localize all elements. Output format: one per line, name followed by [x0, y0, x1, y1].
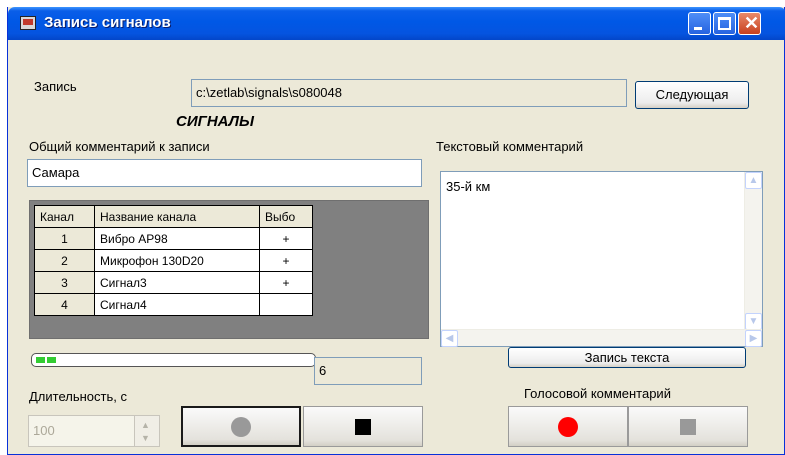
- close-button[interactable]: ✕: [738, 12, 761, 35]
- spin-down-icon[interactable]: ▼: [141, 433, 150, 443]
- main-window: Запись сигналов ✕ Запись c:\zetlab\signa…: [7, 7, 785, 455]
- channel-number: 1: [34, 227, 95, 250]
- app-icon: [20, 16, 36, 30]
- stop-icon: [355, 418, 371, 435]
- duration-spinner[interactable]: ▲ ▼: [134, 415, 160, 447]
- spin-up-icon[interactable]: ▲: [141, 420, 150, 430]
- record-icon: [558, 416, 578, 437]
- duration-input[interactable]: 100: [28, 415, 135, 447]
- horizontal-scrollbar[interactable]: ◀ ▶: [441, 329, 762, 347]
- channel-name[interactable]: Вибро АР98: [94, 227, 260, 250]
- progress-segment: [36, 357, 45, 363]
- channel-number: 2: [34, 249, 95, 272]
- channel-select[interactable]: +: [259, 249, 313, 272]
- table-row[interactable]: 3 Сигнал3 +: [34, 271, 313, 294]
- signals-heading: СИГНАЛЫ: [176, 113, 254, 130]
- progress-segment: [47, 357, 56, 363]
- column-header[interactable]: Выбо: [259, 205, 313, 228]
- record-icon: [231, 416, 251, 437]
- table-row[interactable]: 2 Микрофон 130D20 +: [34, 249, 313, 272]
- channel-name[interactable]: Сигнал4: [94, 293, 260, 316]
- record-signal-button[interactable]: [181, 406, 301, 447]
- record-label: Запись: [34, 79, 77, 94]
- recording-progress-bar: [31, 353, 316, 367]
- maximize-icon: [718, 17, 731, 30]
- table-header-row: Канал Название канала Выбо: [34, 205, 313, 228]
- channel-number: 4: [34, 293, 95, 316]
- scroll-up-icon[interactable]: ▲: [745, 172, 762, 189]
- column-header[interactable]: Канал: [34, 205, 95, 228]
- general-comment-label: Общий комментарий к записи: [29, 139, 210, 154]
- window-title: Запись сигналов: [44, 14, 171, 31]
- record-path-field[interactable]: c:\zetlab\signals\s080048: [191, 79, 627, 107]
- channel-name[interactable]: Микрофон 130D20: [94, 249, 260, 272]
- minimize-button[interactable]: [688, 12, 711, 35]
- stop-voice-button[interactable]: [628, 406, 748, 447]
- record-voice-button[interactable]: [508, 406, 628, 447]
- text-comment-area[interactable]: 35-й км ▲ ▼ ◀ ▶: [440, 171, 763, 347]
- channel-select[interactable]: +: [259, 227, 313, 250]
- scroll-left-icon[interactable]: ◀: [441, 330, 458, 347]
- save-text-button[interactable]: Запись текста: [508, 347, 746, 368]
- general-comment-input[interactable]: Самара: [27, 159, 422, 187]
- channels-table[interactable]: Канал Название канала Выбо 1 Вибро АР98 …: [34, 205, 313, 316]
- channel-name[interactable]: Сигнал3: [94, 271, 260, 294]
- column-header[interactable]: Название канала: [94, 205, 260, 228]
- title-bar[interactable]: Запись сигналов ✕: [8, 7, 785, 40]
- duration-label: Длительность, с: [29, 389, 127, 404]
- channels-grid: Канал Название канала Выбо 1 Вибро АР98 …: [29, 200, 429, 339]
- text-comment-label: Текстовый комментарий: [436, 139, 584, 154]
- maximize-button[interactable]: [713, 12, 736, 35]
- channel-select[interactable]: +: [259, 271, 313, 294]
- channel-number: 3: [34, 271, 95, 294]
- stop-icon: [680, 418, 696, 435]
- text-comment-content: 35-й км: [446, 179, 491, 194]
- channel-select[interactable]: [259, 293, 313, 316]
- vertical-scrollbar[interactable]: ▲ ▼: [744, 172, 762, 330]
- table-row[interactable]: 4 Сигнал4: [34, 293, 313, 316]
- close-icon: ✕: [744, 13, 760, 33]
- scroll-down-icon[interactable]: ▼: [745, 313, 762, 330]
- minimize-icon: [694, 27, 702, 30]
- voice-comment-label: Голосовой комментарий: [524, 386, 671, 401]
- next-button[interactable]: Следующая: [635, 81, 749, 109]
- scroll-right-icon[interactable]: ▶: [745, 330, 762, 347]
- table-row[interactable]: 1 Вибро АР98 +: [34, 227, 313, 250]
- stop-signal-button[interactable]: [303, 406, 423, 447]
- progress-value-field: 6: [314, 357, 422, 385]
